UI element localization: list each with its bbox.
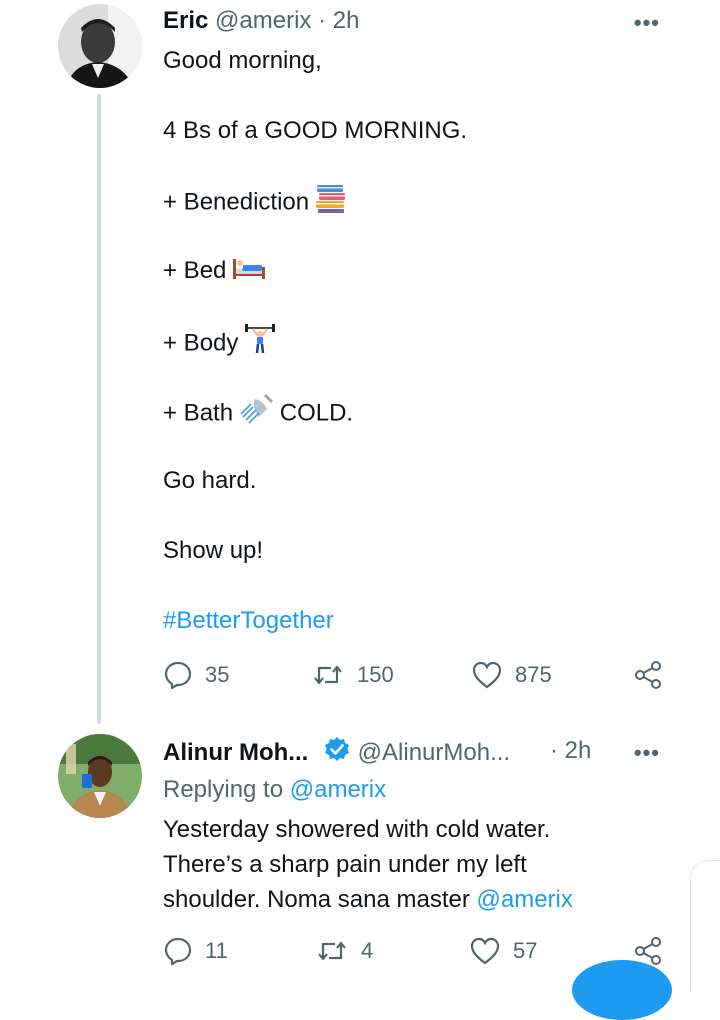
more-options-button[interactable]: ••• xyxy=(634,10,660,36)
tweet-time: · 2h xyxy=(550,736,591,766)
retweet-count: 150 xyxy=(357,662,394,687)
like-count: 57 xyxy=(513,938,538,963)
avatar[interactable] xyxy=(58,734,142,818)
author-name[interactable]: Eric xyxy=(163,7,208,34)
retweet-icon xyxy=(314,665,342,685)
text-segment: + Bath xyxy=(163,399,234,427)
text-line: Go hard. xyxy=(163,467,257,494)
reply-button[interactable]: 35 xyxy=(163,660,229,690)
tweet-body: Good morning, 4 Bs of a GOOD MORNING. + … xyxy=(163,43,467,673)
text-segment: COLD. xyxy=(279,399,354,427)
replying-to-mention[interactable]: @amerix xyxy=(290,776,386,803)
mention-link[interactable]: @amerix xyxy=(477,886,573,913)
text-segment: + Body xyxy=(163,329,239,357)
replying-to: Replying to @amerix xyxy=(163,775,386,805)
reply-count: 35 xyxy=(205,662,230,687)
text-line: Good morning, xyxy=(163,47,322,74)
text-line: + Benediction xyxy=(163,183,467,253)
retweet-button[interactable]: 4 xyxy=(315,936,373,966)
author-handle[interactable]: @amerix xyxy=(215,7,311,34)
text-line: + Body xyxy=(163,323,467,393)
reply-icon xyxy=(164,937,192,966)
retweet-icon xyxy=(318,941,346,961)
text-segment: + Benediction xyxy=(163,188,310,216)
share-icon xyxy=(635,661,661,689)
verified-badge-icon xyxy=(323,736,351,772)
heart-icon xyxy=(470,937,500,965)
author-handle[interactable]: @AlinurMoh... xyxy=(358,739,510,766)
more-options-button[interactable]: ••• xyxy=(634,740,660,766)
separator-dot: · xyxy=(318,7,327,34)
text-line: + Bed xyxy=(163,253,467,323)
text-segment: + Bed xyxy=(163,257,227,284)
like-button[interactable]: 875 xyxy=(471,660,552,690)
retweet-count: 4 xyxy=(361,938,374,963)
text-segment: shoulder. Noma sana master xyxy=(163,886,470,913)
timestamp[interactable]: 2h xyxy=(565,737,592,764)
text-line: + Bath COLD. xyxy=(163,393,467,463)
like-count: 875 xyxy=(515,662,552,687)
books-emoji xyxy=(315,183,347,223)
bed-emoji xyxy=(232,254,266,289)
tweet-header: Alinur Moh... @AlinurMoh... xyxy=(163,736,510,772)
thread-line xyxy=(97,94,101,724)
text-line: Show up! xyxy=(163,537,264,564)
reply-count: 11 xyxy=(205,938,228,963)
tweet-actions: 35 150 875 xyxy=(163,660,663,696)
reply-icon xyxy=(164,661,192,690)
timestamp[interactable]: 2h xyxy=(333,7,360,34)
tweet-body: Yesterday showered with cold water. Ther… xyxy=(163,812,573,917)
text-line: 4 Bs of a GOOD MORNING. xyxy=(163,117,468,144)
side-panel-edge xyxy=(690,860,720,991)
text-line: shoulder. Noma sana master @amerix xyxy=(163,882,573,917)
avatar[interactable] xyxy=(58,4,142,88)
author-name[interactable]: Alinur Moh... xyxy=(163,739,308,766)
hashtag-link[interactable]: #BetterTogether xyxy=(163,607,334,634)
reply-button[interactable]: 11 xyxy=(163,936,228,966)
heart-icon xyxy=(472,661,502,689)
weightlifter-emoji xyxy=(244,323,276,365)
share-button[interactable] xyxy=(633,660,663,690)
shower-emoji xyxy=(239,393,274,435)
text-line: There’s a sharp pain under my left xyxy=(163,851,527,878)
text-line: Yesterday showered with cold water. xyxy=(163,816,551,843)
separator-dot: · xyxy=(550,737,558,764)
replying-to-label: Replying to xyxy=(163,776,284,803)
compose-tweet-button[interactable] xyxy=(572,960,672,1020)
retweet-button[interactable]: 150 xyxy=(311,660,394,690)
tweet-header: Eric @amerix · 2h xyxy=(163,6,359,36)
like-button[interactable]: 57 xyxy=(469,936,537,966)
